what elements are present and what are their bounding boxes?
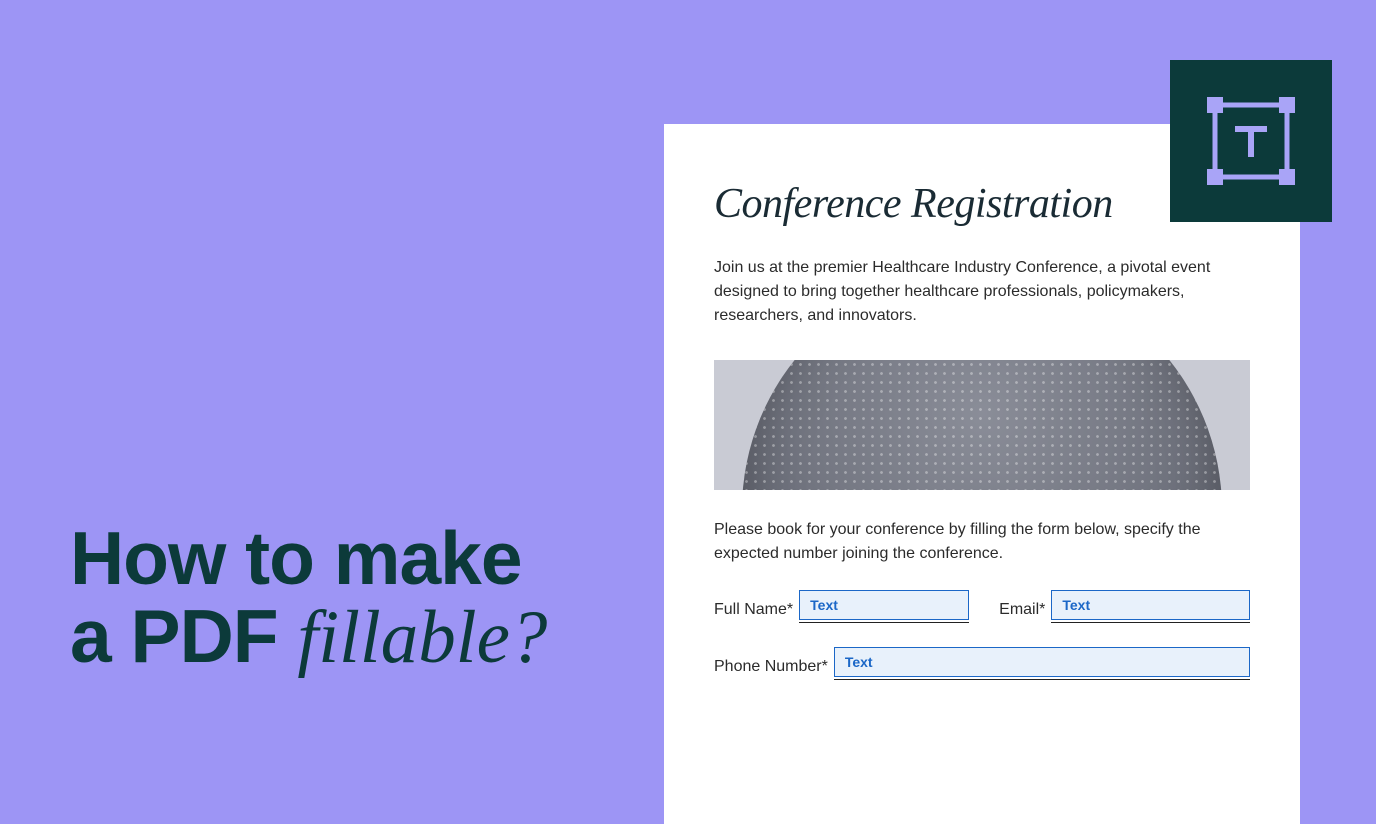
- pdf-document-preview: Conference Registration Join us at the p…: [664, 124, 1300, 824]
- headline-line-1: How to make: [70, 519, 547, 598]
- form-group-email: Email* Text: [999, 590, 1250, 623]
- dome-graphic: [742, 360, 1222, 490]
- headline-line-2: a PDF fillable?: [70, 597, 547, 678]
- form-group-phone: Phone Number* Text: [714, 647, 1250, 680]
- phone-label: Phone Number*: [714, 658, 828, 680]
- full-name-input[interactable]: Text: [799, 590, 969, 620]
- email-label: Email*: [999, 601, 1045, 623]
- phone-placeholder: Text: [845, 654, 873, 670]
- email-placeholder: Text: [1062, 597, 1090, 613]
- phone-underline: Text: [834, 647, 1250, 680]
- page-headline: How to make a PDF fillable?: [70, 519, 547, 679]
- headline-prefix: a PDF: [70, 594, 297, 678]
- phone-input[interactable]: Text: [834, 647, 1250, 677]
- form-row-1: Full Name* Text Email* Text: [714, 590, 1250, 623]
- document-description: Join us at the premier Healthcare Indust…: [714, 256, 1250, 328]
- text-tool-badge[interactable]: [1170, 60, 1332, 222]
- full-name-label: Full Name*: [714, 601, 793, 623]
- full-name-underline: Text: [799, 590, 969, 623]
- email-underline: Text: [1051, 590, 1250, 623]
- document-hero-image: [714, 360, 1250, 490]
- form-group-full-name: Full Name* Text: [714, 590, 969, 623]
- text-frame-icon: [1201, 91, 1301, 191]
- email-input[interactable]: Text: [1051, 590, 1250, 620]
- form-row-2: Phone Number* Text: [714, 647, 1250, 680]
- document-instruction: Please book for your conference by filli…: [714, 518, 1250, 566]
- full-name-placeholder: Text: [810, 597, 838, 613]
- headline-scripty: fillable?: [297, 596, 547, 679]
